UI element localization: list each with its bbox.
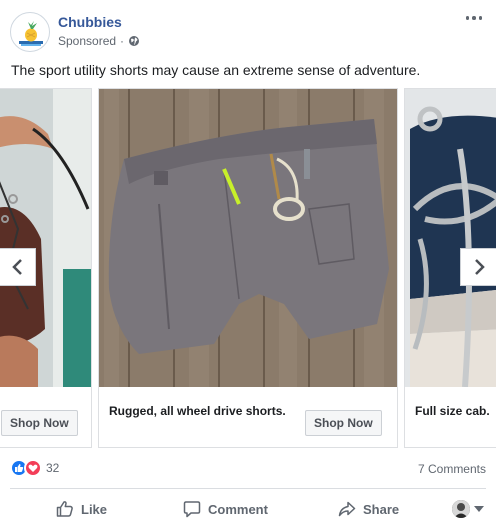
sponsored-label[interactable]: Sponsored xyxy=(58,34,116,48)
comment-button[interactable]: Comment xyxy=(183,492,268,526)
chevron-left-icon[interactable] xyxy=(0,248,36,286)
page-avatar[interactable] xyxy=(10,12,50,52)
card-image-shorts[interactable] xyxy=(99,89,397,387)
chevron-right-icon[interactable] xyxy=(460,248,496,286)
more-icon[interactable] xyxy=(462,8,486,28)
reactions-summary[interactable]: 32 xyxy=(10,458,59,478)
globe-icon[interactable] xyxy=(128,35,140,47)
caret-down-icon xyxy=(474,506,484,512)
page-name[interactable]: Chubbies xyxy=(58,14,122,30)
carousel-card[interactable]: Rugged, all wheel drive shorts. Shop Now xyxy=(98,88,398,448)
reaction-count: 32 xyxy=(46,461,60,475)
sponsored-row: Sponsored · xyxy=(58,34,140,48)
pineapple-logo-icon xyxy=(19,21,43,46)
comment-icon xyxy=(183,501,201,518)
card-image-stack[interactable] xyxy=(405,89,496,387)
like-button[interactable]: Like xyxy=(56,492,107,526)
comment-label: Comment xyxy=(208,501,268,517)
post-text: The sport utility shorts may cause an ex… xyxy=(11,62,421,78)
love-reaction-icon xyxy=(24,459,42,477)
separator-dot: · xyxy=(120,34,125,48)
shop-now-button[interactable]: Shop Now xyxy=(1,410,78,436)
card-caption: Full size cab. xyxy=(415,404,490,418)
card-caption: Rugged, all wheel drive shorts. xyxy=(109,404,286,418)
card-image-climber[interactable] xyxy=(0,89,91,387)
like-label: Like xyxy=(81,501,108,517)
divider xyxy=(10,488,486,489)
shop-now-button[interactable]: Shop Now xyxy=(305,410,382,436)
share-label: Share xyxy=(363,501,400,517)
carousel: Shop Now Rugged, all wheel drive shorts.… xyxy=(0,88,496,448)
post-header: Chubbies Sponsored · xyxy=(0,0,496,58)
share-icon xyxy=(338,501,356,517)
profile-selector[interactable] xyxy=(452,500,484,518)
thumbs-up-icon xyxy=(56,501,73,517)
share-button[interactable]: Share xyxy=(338,492,399,526)
comments-count[interactable]: 7 Comments xyxy=(418,462,486,476)
avatar xyxy=(452,500,470,518)
action-bar: Like Comment Share xyxy=(0,492,496,526)
